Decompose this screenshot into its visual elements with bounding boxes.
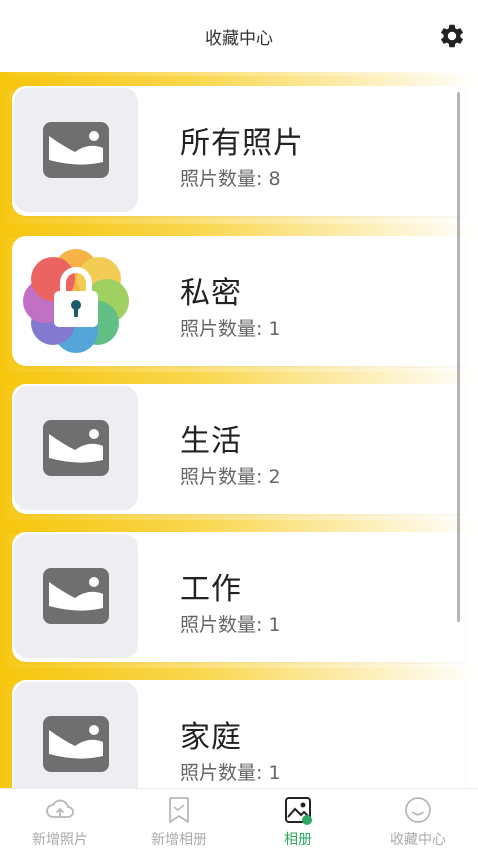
bookmark-icon xyxy=(169,797,189,823)
tab-label: 收藏中心 xyxy=(390,832,446,848)
album-count: 照片数量: 8 xyxy=(180,168,281,190)
album-band: 工作 照片数量: 1 xyxy=(0,520,478,662)
header: 收藏中心 xyxy=(0,0,478,72)
bottom-tab-bar: 新增照片 新增相册 相册 收藏中心 xyxy=(0,788,478,850)
album-name: 所有照片 xyxy=(180,126,304,161)
smile-icon xyxy=(405,797,431,823)
album-count: 照片数量: 1 xyxy=(180,318,281,340)
tab-label: 新增相册 xyxy=(151,832,207,848)
album-thumbnail xyxy=(14,238,138,362)
album-count: 照片数量: 1 xyxy=(180,614,281,636)
tab-label: 新增照片 xyxy=(32,832,88,848)
album-name: 私密 xyxy=(180,276,242,311)
album-card-private[interactable]: 私密 照片数量: 1 xyxy=(12,236,464,366)
cloud-upload-icon xyxy=(46,799,74,818)
album-card-family[interactable]: 家庭 照片数量: 1 xyxy=(12,680,464,788)
album-band: 私密 照片数量: 1 xyxy=(0,224,478,366)
page-title: 收藏中心 xyxy=(205,29,273,49)
private-lock-icon xyxy=(23,249,129,353)
album-card-life[interactable]: 生活 照片数量: 2 xyxy=(12,384,464,514)
image-placeholder-icon xyxy=(43,716,109,772)
album-icon xyxy=(285,797,312,825)
album-thumbnail xyxy=(14,88,138,212)
album-card-work[interactable]: 工作 照片数量: 1 xyxy=(12,532,464,662)
album-name: 家庭 xyxy=(180,720,242,755)
image-placeholder-icon xyxy=(43,420,109,476)
tab-favorites[interactable]: 收藏中心 xyxy=(358,789,478,850)
tab-label: 相册 xyxy=(284,832,312,848)
album-band: 所有照片 照片数量: 8 xyxy=(0,76,478,216)
album-thumbnail xyxy=(14,682,138,788)
scrollbar[interactable] xyxy=(457,92,460,622)
album-list[interactable]: 所有照片 照片数量: 8 私密 照片数量: 1 生活 照片数量: 2 工作 照片… xyxy=(0,72,478,788)
tab-add-album[interactable]: 新增相册 xyxy=(119,789,239,850)
album-card-all[interactable]: 所有照片 照片数量: 8 xyxy=(12,86,464,216)
tab-albums[interactable]: 相册 xyxy=(238,789,358,850)
image-placeholder-icon xyxy=(43,122,109,178)
settings-button[interactable] xyxy=(438,22,466,50)
album-band: 生活 照片数量: 2 xyxy=(0,372,478,514)
album-band: 家庭 照片数量: 1 xyxy=(0,668,478,788)
album-count: 照片数量: 2 xyxy=(180,466,281,488)
album-thumbnail xyxy=(14,534,138,658)
album-thumbnail xyxy=(14,386,138,510)
gear-icon xyxy=(441,24,463,48)
album-name: 生活 xyxy=(180,424,242,459)
image-placeholder-icon xyxy=(43,568,109,624)
album-name: 工作 xyxy=(180,572,242,607)
album-count: 照片数量: 1 xyxy=(180,762,281,784)
tab-add-photo[interactable]: 新增照片 xyxy=(0,789,120,850)
